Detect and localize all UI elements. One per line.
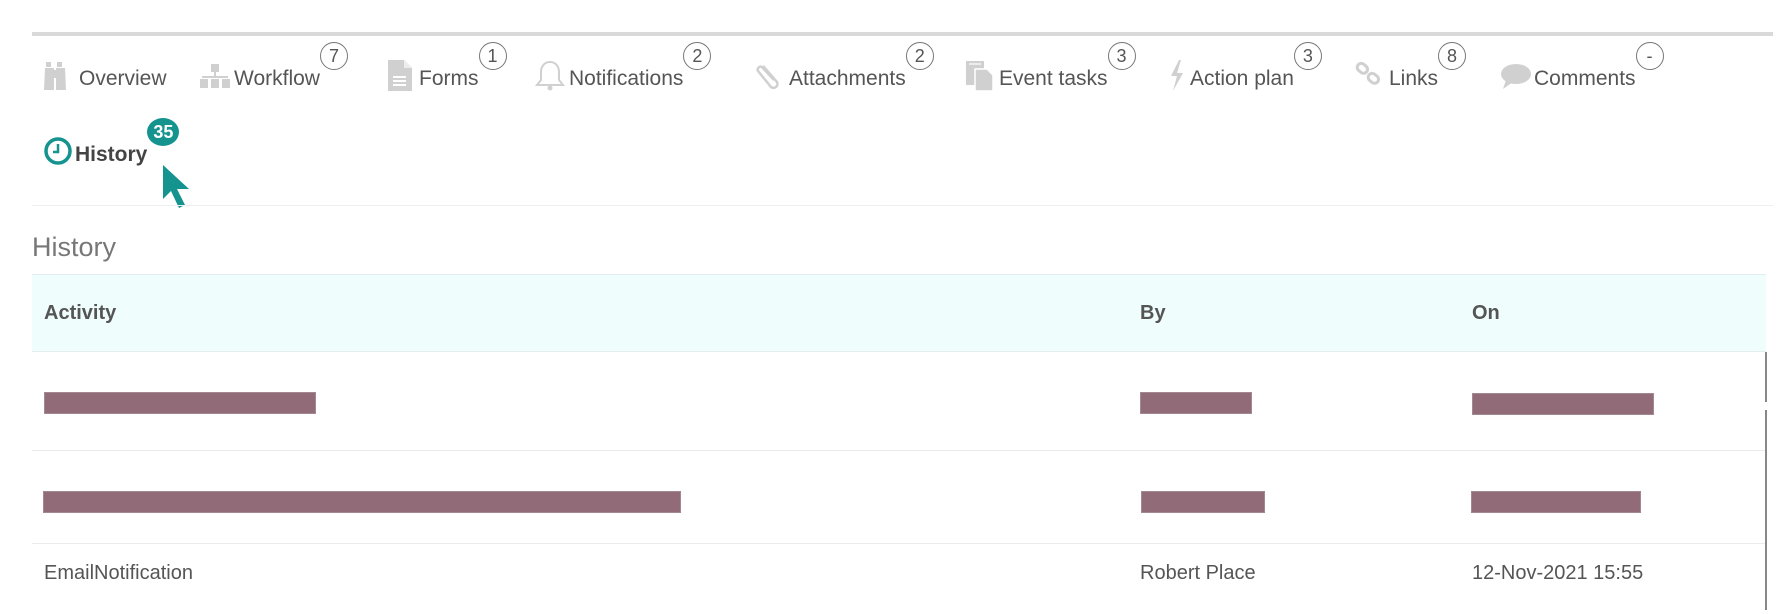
tab-links[interactable]: Links 8 (1353, 42, 1467, 92)
paperclip-icon (753, 58, 787, 92)
bell-icon (533, 58, 567, 92)
divider (32, 205, 1773, 206)
table-row[interactable] (32, 451, 1766, 544)
tab-label: Comments (1534, 67, 1636, 90)
binoculars-icon (43, 58, 77, 92)
tab-attachments[interactable]: Attachments 2 (753, 42, 934, 92)
on-cell: 12-Nov-2021 15:55 (1472, 562, 1644, 584)
count-badge: 3 (1293, 42, 1322, 70)
count-badge: 3 (1107, 42, 1136, 70)
tab-label: Event tasks (999, 67, 1108, 90)
tab-forms[interactable]: Forms 1 (383, 42, 507, 92)
count-badge: 1 (478, 42, 507, 70)
tab-label: History (75, 143, 148, 166)
tab-notifications[interactable]: Notifications 2 (533, 42, 712, 92)
tab-comments[interactable]: Comments - (1498, 42, 1664, 92)
redacted-activity (43, 491, 681, 513)
redacted-on (1471, 491, 1641, 513)
tab-label: Workflow (234, 67, 320, 90)
redacted-on (1472, 393, 1654, 415)
column-header-on[interactable]: On (1472, 302, 1500, 325)
redacted-activity (44, 392, 316, 414)
clock-icon (43, 134, 73, 168)
top-border (32, 32, 1773, 36)
count-badge-active: 35 (147, 118, 180, 146)
scrollbar-track-segment (1765, 352, 1767, 402)
scrollbar-thumb[interactable] (1765, 410, 1767, 610)
tab-overview[interactable]: Overview (43, 58, 167, 92)
column-header-activity[interactable]: Activity (44, 302, 116, 325)
tab-label: Overview (79, 67, 167, 90)
redacted-by (1141, 491, 1265, 513)
section-title: History (32, 232, 117, 262)
activity-cell: EmailNotification (44, 562, 193, 584)
scrollbar[interactable] (1765, 352, 1768, 610)
document-icon (383, 58, 417, 92)
table-header: Activity By On (32, 274, 1766, 352)
column-header-by[interactable]: By (1140, 302, 1166, 325)
tab-history[interactable]: History 35 (43, 118, 180, 168)
tab-label: Links (1389, 67, 1439, 90)
lightning-icon (1166, 58, 1188, 92)
count-badge: 7 (319, 42, 348, 70)
history-table: Activity By On EmailNotification Robert … (32, 274, 1766, 614)
redacted-by (1140, 392, 1252, 414)
count-badge: 2 (905, 42, 934, 70)
table-row[interactable] (32, 352, 1766, 451)
tab-label: Attachments (789, 67, 906, 90)
tab-workflow[interactable]: Workflow 7 (198, 42, 348, 92)
link-icon (1353, 58, 1387, 92)
by-cell: Robert Place (1140, 562, 1256, 584)
table-row[interactable]: EmailNotification Robert Place 12-Nov-20… (32, 544, 1766, 614)
tab-label: Forms (419, 67, 479, 90)
count-badge: 2 (683, 42, 712, 70)
org-chart-icon (198, 58, 232, 92)
copy-document-icon (963, 58, 997, 92)
count-badge: - (1635, 42, 1664, 70)
mouse-cursor-icon (162, 164, 192, 219)
count-badge: 8 (1438, 42, 1467, 70)
speech-bubble-icon (1498, 58, 1532, 92)
tab-event-tasks[interactable]: Event tasks 3 (963, 42, 1136, 92)
tab-label: Action plan (1190, 67, 1294, 90)
tab-label: Notifications (569, 67, 684, 90)
tab-action-plan[interactable]: Action plan 3 (1166, 42, 1322, 92)
